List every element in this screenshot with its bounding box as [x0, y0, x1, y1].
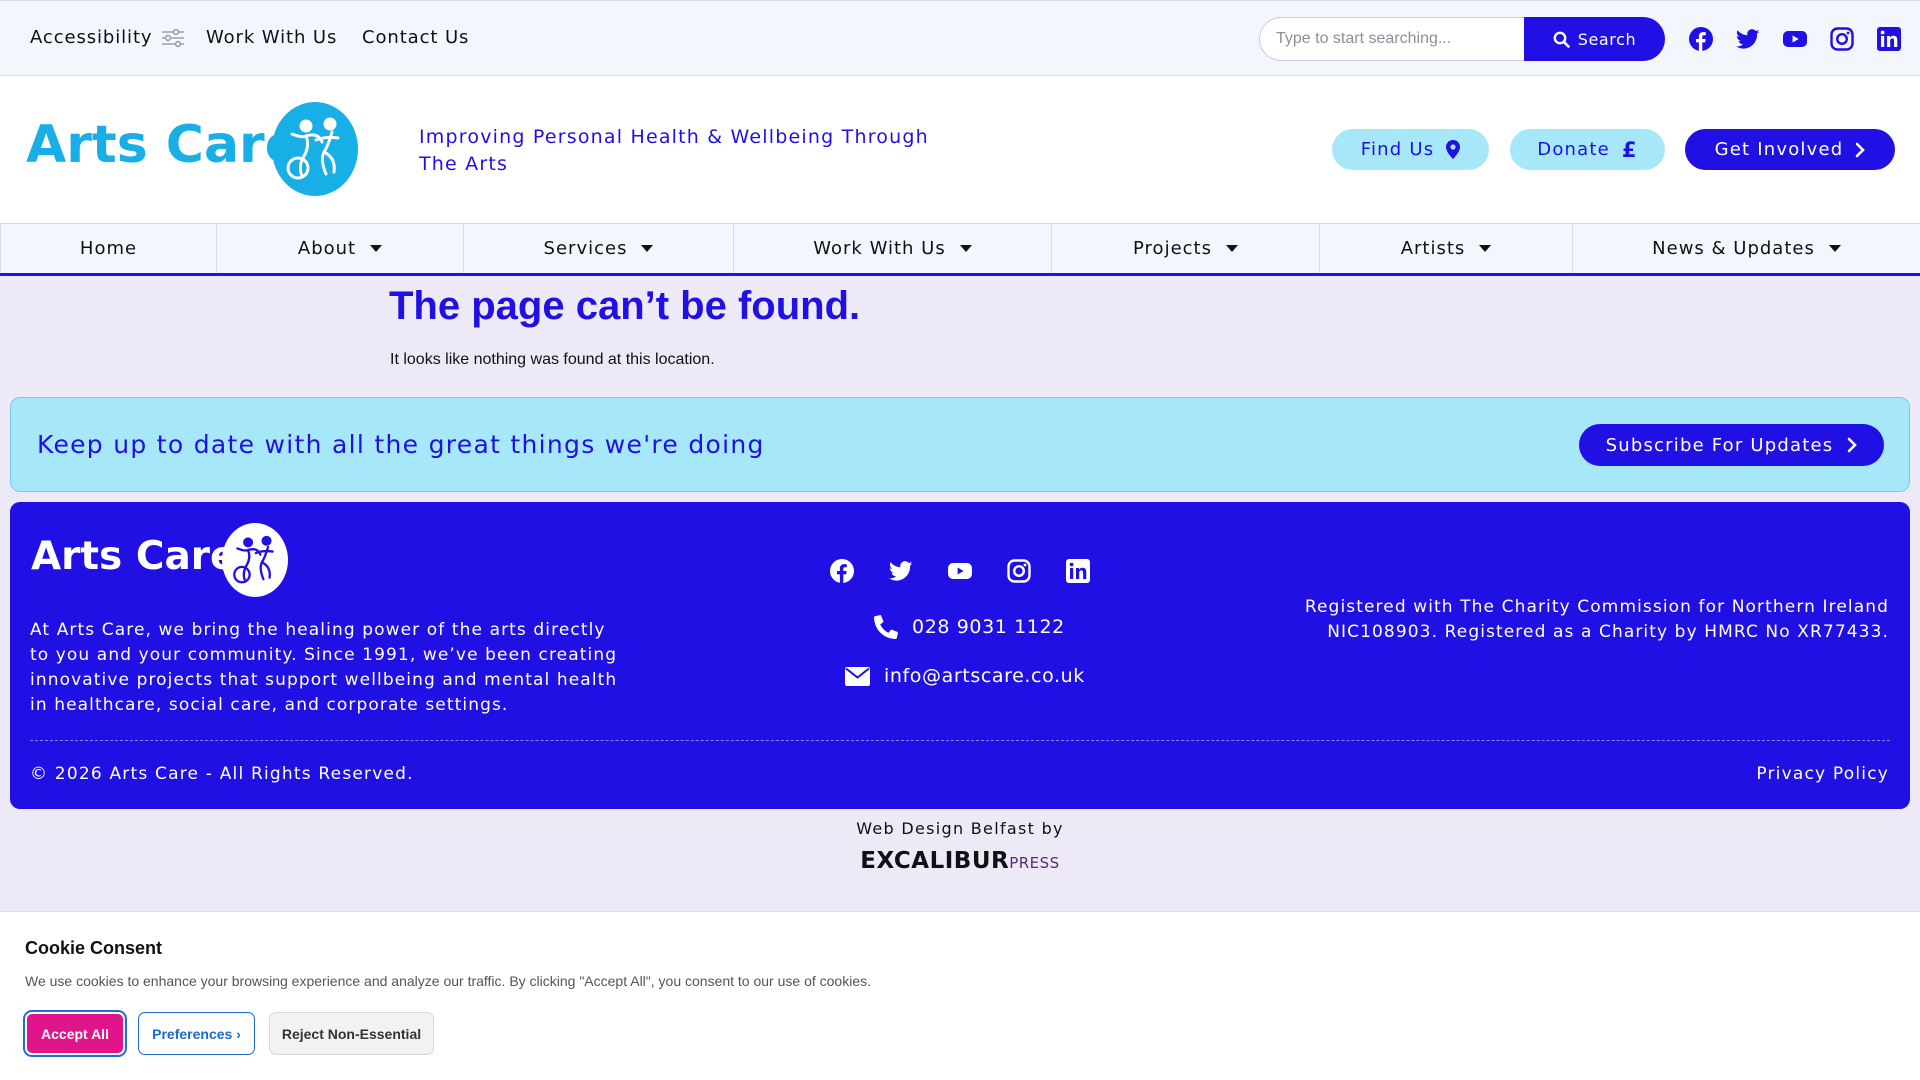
nav-item-label: Services [543, 238, 628, 259]
brand-name[interactable]: Arts Care [26, 115, 300, 175]
phone-icon [874, 615, 898, 639]
nav-item-home[interactable]: Home [0, 224, 217, 273]
caret-down-icon [959, 245, 972, 252]
footer-logo-icon [222, 523, 288, 597]
nav-item-label: Home [79, 238, 138, 259]
excalibur-press-logo[interactable]: EXCALIBURPRESS [0, 848, 1920, 874]
nav-item-news-updates[interactable]: News & Updates [1573, 224, 1920, 273]
nav-item-artists[interactable]: Artists [1320, 224, 1573, 273]
copyright: © 2026 Arts Care - All Rights Reserved. [30, 764, 414, 784]
main-nav: Home About Services Work With Us Project… [0, 223, 1920, 276]
cookie-consent-banner: Cookie Consent We use cookies to enhance… [0, 911, 1920, 1080]
nav-item-about[interactable]: About [217, 224, 464, 273]
find-us-button[interactable]: Find Us [1332, 129, 1489, 170]
accessibility-label: Accessibility [30, 27, 153, 48]
nav-item-projects[interactable]: Projects [1052, 224, 1320, 273]
site-header: Arts Care Improving Personal Health & We… [0, 76, 1920, 223]
excalibur-logo-sub: PRESS [1009, 854, 1060, 872]
instagram-icon[interactable] [1830, 27, 1854, 51]
chevron-right-icon [1848, 437, 1858, 453]
page-title: The page can’t be found. [389, 284, 861, 328]
get-involved-button[interactable]: Get Involved [1685, 129, 1895, 170]
donate-label: Donate [1537, 139, 1610, 160]
nav-item-label: Artists [1400, 238, 1466, 259]
map-pin-icon [1446, 140, 1461, 159]
footer-divider [30, 740, 1890, 741]
phone-number: 028 9031 1122 [912, 616, 1065, 638]
search-button-label: Search [1577, 29, 1637, 49]
caret-down-icon [641, 245, 654, 252]
work-with-us-link[interactable]: Work With Us [206, 27, 337, 48]
facebook-icon[interactable] [830, 559, 854, 583]
accessibility-link[interactable]: Accessibility [30, 27, 185, 48]
site-tagline: Improving Personal Health & Wellbeing Th… [419, 126, 929, 175]
preferences-button[interactable]: Preferences › [138, 1012, 255, 1055]
facebook-icon[interactable] [1689, 27, 1713, 51]
caret-down-icon [1479, 245, 1492, 252]
web-design-credit: Web Design Belfast by [856, 819, 1064, 838]
excalibur-logo-main: EXCALIBUR [860, 848, 1010, 874]
youtube-icon[interactable] [948, 559, 972, 583]
email-address: info@artscare.co.uk [884, 665, 1085, 687]
find-us-label: Find Us [1360, 139, 1435, 160]
nav-item-services[interactable]: Services [464, 224, 734, 273]
search-form: Search [1259, 17, 1665, 61]
charity-registration: Registered with The Charity Commission f… [1304, 597, 1889, 642]
subscribe-banner: Keep up to date with all the great thing… [10, 397, 1910, 492]
pound-icon: £ [1621, 137, 1638, 162]
get-involved-label: Get Involved [1714, 139, 1844, 160]
reject-non-essential-button[interactable]: Reject Non-Essential [269, 1012, 434, 1055]
linkedin-icon[interactable] [1066, 559, 1090, 583]
nav-item-label: About [297, 238, 357, 259]
email-link[interactable]: info@artscare.co.uk [845, 665, 1085, 687]
arts-care-logo-icon[interactable] [272, 102, 358, 196]
twitter-icon[interactable] [1736, 27, 1760, 51]
linkedin-icon[interactable] [1877, 27, 1901, 51]
search-button[interactable]: Search [1524, 17, 1665, 61]
search-icon [1553, 31, 1570, 48]
caret-down-icon [1225, 245, 1238, 252]
nav-item-label: Projects [1133, 238, 1212, 259]
top-bar: Accessibility Work With Us Contact Us Se… [0, 0, 1920, 76]
nav-item-work-with-us[interactable]: Work With Us [734, 224, 1052, 273]
nav-item-label: News & Updates [1652, 238, 1815, 259]
subscribe-button-label: Subscribe For Updates [1605, 434, 1834, 456]
caret-down-icon [1828, 245, 1841, 252]
footer-brand-name: Arts Care [31, 534, 237, 579]
search-input[interactable] [1259, 17, 1524, 61]
twitter-icon[interactable] [889, 559, 913, 583]
instagram-icon[interactable] [1007, 559, 1031, 583]
cookie-title: Cookie Consent [25, 938, 163, 958]
accept-all-button[interactable]: Accept All [25, 1012, 125, 1055]
footer-about-text: At Arts Care, we bring the healing power… [30, 620, 618, 715]
privacy-policy-link[interactable]: Privacy Policy [1756, 764, 1889, 784]
nav-item-label: Work With Us [813, 238, 946, 259]
subscribe-text: Keep up to date with all the great thing… [37, 430, 765, 459]
phone-link[interactable]: 028 9031 1122 [874, 615, 1065, 639]
donate-button[interactable]: Donate £ [1510, 129, 1665, 170]
chevron-right-icon [1856, 142, 1866, 157]
sliders-icon [162, 28, 185, 47]
subscribe-button[interactable]: Subscribe For Updates [1579, 424, 1884, 466]
cookie-text: We use cookies to enhance your browsing … [25, 973, 871, 989]
site-footer: Arts Care At Arts Care, we bring the hea… [10, 502, 1910, 809]
youtube-icon[interactable] [1783, 27, 1807, 51]
page-subtitle: It looks like nothing was found at this … [390, 351, 715, 368]
envelope-icon [845, 666, 870, 686]
contact-us-link[interactable]: Contact Us [362, 27, 469, 48]
caret-down-icon [370, 245, 383, 252]
